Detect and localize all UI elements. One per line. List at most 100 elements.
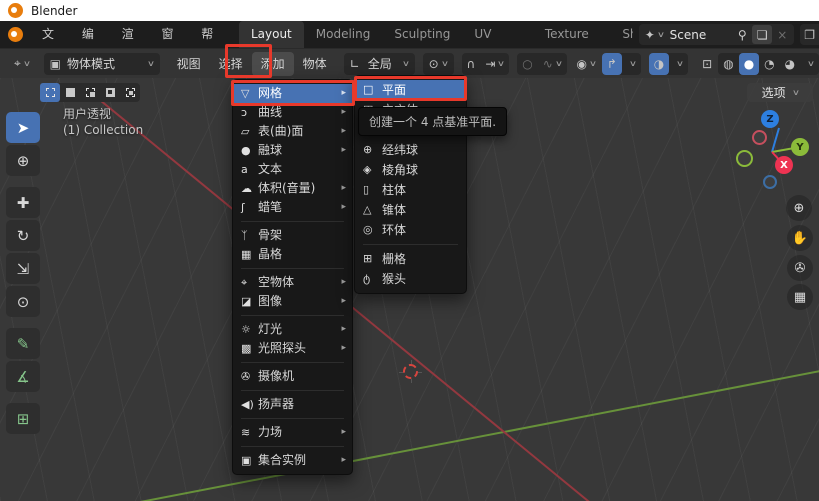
- menu-render[interactable]: 渲染: [111, 21, 151, 48]
- app-menu-button[interactable]: [0, 27, 31, 42]
- torus-icon: ◎: [363, 220, 382, 240]
- scale-tool[interactable]: ⇲: [6, 253, 40, 284]
- measure-tool[interactable]: ∡: [6, 361, 40, 392]
- tab-modeling[interactable]: Modeling: [304, 21, 383, 48]
- mode-dropdown[interactable]: ▣ 物体模式 ∨: [44, 53, 160, 75]
- options-button[interactable]: 选项 ∨: [747, 83, 813, 102]
- perspective-toggle-button[interactable]: ▦: [787, 284, 813, 310]
- cursor-tool[interactable]: ⊕: [6, 145, 40, 176]
- menu-edit[interactable]: 编辑: [71, 21, 111, 48]
- menu-item-text[interactable]: a 文本: [233, 160, 352, 179]
- menu-item-collection-instance[interactable]: ▣ 集合实例 ▸: [233, 451, 352, 470]
- gizmo-dropdown[interactable]: ∨: [622, 53, 641, 75]
- submenu-item-cone[interactable]: △ 锥体: [355, 200, 466, 220]
- pivot-dropdown[interactable]: ⊙ ∨: [423, 53, 454, 75]
- menu-item-label: 灯光: [258, 320, 282, 339]
- submenu-item-monkey[interactable]: ტ 猴头: [355, 269, 466, 289]
- menu-item-grease-pencil[interactable]: ʃ 蜡笔 ▸: [233, 198, 352, 217]
- tab-shading[interactable]: Shading: [614, 21, 632, 48]
- shading-solid-button[interactable]: ●: [739, 53, 759, 75]
- menu-item-empty[interactable]: ⌖ 空物体 ▸: [233, 273, 352, 292]
- menu-object[interactable]: 物体: [294, 52, 336, 76]
- transform-tool[interactable]: ⊙: [6, 286, 40, 317]
- menu-item-light[interactable]: ☼ 灯光 ▸: [233, 320, 352, 339]
- select-mode-subtract[interactable]: [80, 83, 100, 102]
- menu-item-speaker[interactable]: ◀) 扬声器: [233, 395, 352, 414]
- submenu-item-torus[interactable]: ◎ 环体: [355, 220, 466, 240]
- rotate-tool[interactable]: ↻: [6, 220, 40, 251]
- volume-icon: ☁: [241, 179, 258, 198]
- select-subtract-icon: [86, 88, 95, 97]
- add-cube-tool[interactable]: ⊞: [6, 403, 40, 434]
- gizmo-x-axis[interactable]: X: [775, 156, 793, 174]
- snap-toggle[interactable]: ∩: [462, 53, 481, 75]
- menu-item-metaball[interactable]: ● 融球 ▸: [233, 141, 352, 160]
- shading-wireframe-button[interactable]: ◍: [718, 53, 738, 75]
- tab-uv-editing[interactable]: UV Editing: [462, 21, 532, 48]
- select-mode-extend[interactable]: [60, 83, 80, 102]
- snap-with-dropdown[interactable]: ⇥ ∨: [480, 53, 509, 75]
- select-mode-invert[interactable]: [100, 83, 120, 102]
- move-tool[interactable]: ✚: [6, 187, 40, 218]
- shading-material-button[interactable]: ◔: [759, 53, 779, 75]
- submenu-item-ico-sphere[interactable]: ◈ 棱角球: [355, 160, 466, 180]
- proportional-editing-toggle[interactable]: ○: [517, 53, 537, 75]
- editor-type-button[interactable]: ⌖ ∨: [8, 53, 36, 75]
- overlays-dropdown[interactable]: ∨: [669, 53, 688, 75]
- menu-item-label: 晶格: [258, 245, 282, 264]
- gizmo-z-axis[interactable]: Z: [761, 110, 779, 128]
- 3d-cursor: [403, 364, 418, 379]
- annotate-icon: ✎: [17, 335, 30, 353]
- gizmo-minus-y-axis[interactable]: [736, 150, 753, 167]
- menu-window[interactable]: 窗口: [150, 21, 190, 48]
- submenu-item-cylinder[interactable]: ▯ 柱体: [355, 180, 466, 200]
- menu-view[interactable]: 视图: [168, 52, 210, 76]
- menu-item-camera[interactable]: ✇ 摄像机: [233, 367, 352, 386]
- submenu-item-label: 棱角球: [382, 160, 418, 180]
- text-icon: a: [241, 160, 258, 179]
- select-mode-set[interactable]: [40, 83, 60, 102]
- camera-icon: ✇: [241, 367, 258, 386]
- orientation-dropdown[interactable]: ∟ 全局 ∨: [344, 53, 415, 75]
- visibility-dropdown[interactable]: ◉ ∨: [571, 53, 602, 75]
- show-gizmo-toggle[interactable]: ↱: [602, 53, 622, 75]
- menu-item-light-probe[interactable]: ▩ 光照探头 ▸: [233, 339, 352, 358]
- view-layer-selector[interactable]: ❐: [800, 24, 819, 45]
- submenu-arrow-icon: ▸: [341, 122, 346, 141]
- menu-item-lattice[interactable]: ▦ 晶格: [233, 245, 352, 264]
- new-scene-button[interactable]: ❏: [752, 25, 772, 44]
- select-box-tool[interactable]: ➤: [6, 112, 40, 143]
- pan-button[interactable]: ✋: [787, 225, 813, 251]
- navigation-gizmo[interactable]: Z Y X: [735, 105, 815, 195]
- menu-item-force-field[interactable]: ≋ 力场 ▸: [233, 423, 352, 442]
- scene-selector[interactable]: ✦ ∨ Scene ⚲ ❏ ×: [639, 24, 795, 45]
- add-cube-icon: ⊞: [17, 410, 30, 428]
- close-icon[interactable]: ×: [772, 25, 792, 44]
- pin-icon[interactable]: ⚲: [732, 25, 752, 44]
- tab-texture-paint[interactable]: Texture Paint: [533, 21, 614, 48]
- camera-view-button[interactable]: ✇: [787, 255, 813, 281]
- zoom-button[interactable]: ⊕: [786, 195, 812, 221]
- chevron-down-icon: ∨: [629, 59, 637, 68]
- shading-rendered-button[interactable]: ◕: [780, 53, 800, 75]
- select-mode-intersect[interactable]: [120, 83, 140, 102]
- menu-help[interactable]: 帮助: [190, 21, 230, 48]
- xray-toggle[interactable]: ⊡: [696, 53, 718, 75]
- collection-instance-icon: ▣: [241, 451, 258, 470]
- shading-dropdown[interactable]: ∨: [800, 53, 819, 75]
- submenu-item-grid[interactable]: ⊞ 栅格: [355, 249, 466, 269]
- menu-item-armature[interactable]: ᛉ 骨架: [233, 226, 352, 245]
- tab-sculpting[interactable]: Sculpting: [382, 21, 462, 48]
- menu-item-image[interactable]: ◪ 图像 ▸: [233, 292, 352, 311]
- gizmo-minus-x-axis[interactable]: [752, 130, 767, 145]
- menu-item-surface[interactable]: ▱ 表(曲)面 ▸: [233, 122, 352, 141]
- menu-item-volume[interactable]: ☁ 体积(音量) ▸: [233, 179, 352, 198]
- annotate-tool[interactable]: ✎: [6, 328, 40, 359]
- falloff-dropdown[interactable]: ∿ ∨: [538, 53, 567, 75]
- menu-file[interactable]: 文件: [31, 21, 71, 48]
- gizmo-minus-z-axis[interactable]: [763, 175, 777, 189]
- show-overlays-toggle[interactable]: ◑: [649, 53, 669, 75]
- gizmo-y-axis[interactable]: Y: [791, 138, 809, 156]
- submenu-item-uv-sphere[interactable]: ⊕ 经纬球: [355, 140, 466, 160]
- visibility-icon: ◉: [577, 57, 587, 71]
